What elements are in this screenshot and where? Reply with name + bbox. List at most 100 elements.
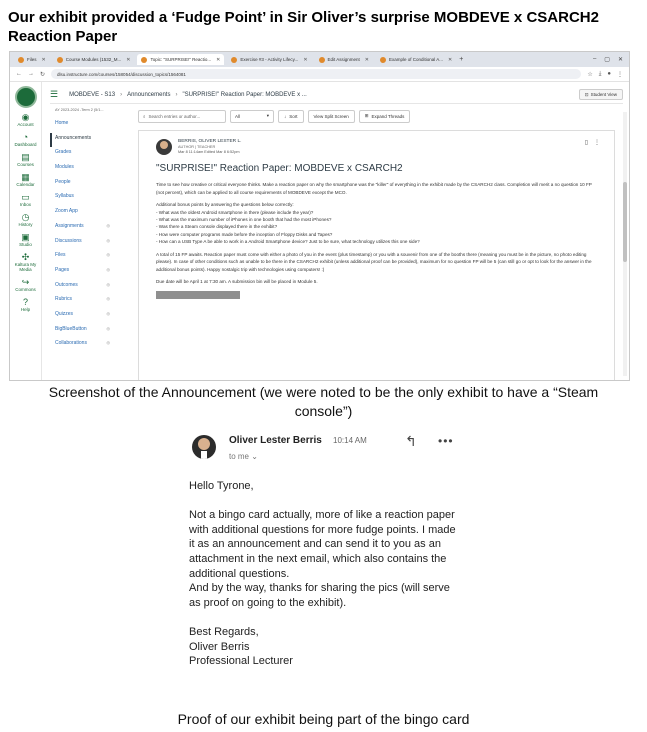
student-view-button[interactable]: ⊡ Student View (578, 89, 623, 100)
hamburger-menu-icon[interactable]: ☰ (50, 89, 58, 100)
gnav-account[interactable]: ◉ Account (10, 112, 41, 127)
email-screenshot: Oliver Lester Berris 10:14 AM to me ⌄ ↰ … (180, 426, 470, 700)
browser-tab[interactable]: Edit Assignment ✕ (315, 54, 373, 65)
tab-favicon-icon (318, 56, 325, 63)
email-body: Hello Tyrone, Not a bingo card actually,… (189, 479, 461, 669)
course-nav-bigbluebutton[interactable]: BigBlueButton ◎ (50, 324, 110, 339)
term-label: AY 2023-2024 -Term 2 (5/1... (55, 108, 104, 112)
sort-arrow-icon: ↓ (284, 113, 287, 119)
close-window-icon[interactable]: ✕ (618, 56, 623, 63)
reload-icon[interactable]: ↻ (40, 71, 45, 78)
sender-avatar[interactable] (192, 435, 216, 459)
course-nav-grades[interactable]: Grades (50, 147, 110, 162)
page-scrollbar[interactable] (623, 112, 627, 376)
maximize-icon[interactable]: ▢ (604, 56, 610, 63)
gnav-kaltura[interactable]: ✣ Kaltura My Media (10, 252, 41, 272)
email-closing: Best Regards, (189, 625, 259, 638)
browser-tab[interactable]: Exercise #3 - Activity Lifecy... ✕ (227, 54, 311, 65)
gnav-dashboard[interactable]: ◔ Dashboard (10, 132, 41, 147)
course-nav-home[interactable]: Home (50, 118, 110, 133)
signature-title: Professional Lecturer (189, 655, 293, 668)
author-avatar[interactable] (156, 139, 172, 155)
search-input[interactable]: ⌕ Search entries or author... (138, 109, 226, 123)
expand-threads-button[interactable]: ⊞ Expand Threads (358, 109, 411, 123)
close-icon[interactable]: ✕ (126, 57, 130, 63)
breadcrumb: ☰ MOBDEVE - S13 › Announcements › "SURPR… (50, 86, 623, 104)
gnav-studio[interactable]: ▣ Studio (10, 232, 41, 247)
browser-tab[interactable]: Files ✕ (14, 54, 50, 65)
more-options-icon[interactable]: ••• (438, 434, 454, 448)
course-nav-people[interactable]: People (50, 177, 110, 192)
post-image (156, 291, 240, 299)
url-field[interactable]: dlsu.instructure.com/courses/158054/disc… (51, 69, 582, 79)
close-icon[interactable]: ✕ (448, 57, 452, 63)
course-nav-announcements[interactable]: Announcements (50, 132, 110, 148)
university-logo[interactable] (14, 86, 37, 108)
author-name[interactable]: BERRIS, OLIVER LESTER L. (178, 139, 241, 144)
scrollbar-thumb[interactable] (623, 182, 627, 262)
filter-select[interactable]: All ▾ (230, 109, 274, 123)
close-icon[interactable]: ✕ (216, 57, 220, 63)
visibility-icon: ◎ (106, 281, 111, 287)
gnav-history[interactable]: ◷ History (10, 212, 41, 227)
gnav-courses[interactable]: ▤ Courses (10, 152, 41, 167)
gnav-help[interactable]: ? Help (10, 297, 41, 312)
browser-tab-active[interactable]: Topic: "SURPRISE!" Reactio... ✕ (137, 54, 225, 65)
profile-icon[interactable]: ● (607, 71, 611, 78)
sort-button[interactable]: ↓ Sort (278, 109, 304, 123)
course-nav-modules[interactable]: Modules (50, 162, 110, 177)
browser-tab[interactable]: Example of Conditional A... ✕ (376, 54, 456, 65)
course-nav-collaborations[interactable]: Collaborations ◎ (50, 338, 110, 353)
course-nav-outcomes[interactable]: Outcomes ◎ (50, 280, 110, 295)
discussion-toolbar: ⌕ Search entries or author... All ▾ ↓ Sort … (138, 108, 615, 124)
course-nav-assignments[interactable]: Assignments ◎ (50, 221, 110, 236)
course-nav-discussions[interactable]: Discussions ◎ (50, 236, 110, 251)
split-screen-button[interactable]: View Split Screen (307, 109, 355, 123)
gnav-commons[interactable]: ↪ Commons (10, 277, 41, 292)
post-paragraph: Time to see how creative or critical eve… (156, 182, 592, 195)
post-title: "SURPRISE!" Reaction Paper: MOBDEVE x CS… (156, 163, 403, 174)
breadcrumb-announcements[interactable]: Announcements (127, 92, 170, 98)
back-icon[interactable]: ← (16, 71, 22, 77)
address-bar: ← → ↻ dlsu.instructure.com/courses/15805… (10, 67, 629, 82)
recipient-toggle[interactable]: to me ⌄ (229, 452, 258, 461)
student-view-icon: ⊡ (584, 91, 589, 97)
course-nav-syllabus[interactable]: Syllabus (50, 191, 110, 206)
close-icon[interactable]: ✕ (303, 57, 307, 63)
reply-icon[interactable]: ↰ (405, 433, 417, 450)
menu-dots-icon[interactable]: ⋮ (617, 71, 623, 78)
browser-tab[interactable]: Course Modules (1532_M... ✕ (53, 54, 135, 65)
gnav-calendar[interactable]: ▦ Calendar (10, 172, 41, 187)
announcement-caption: Screenshot of the Announcement (we were … (48, 384, 599, 419)
expand-icon: ⊞ (364, 113, 369, 118)
email-paragraph: And by the way, thanks for sharing the p… (189, 582, 450, 609)
more-options-icon[interactable]: ⋮ (594, 139, 600, 155)
bonus-intro: Additional bonus points by answering the… (156, 202, 294, 208)
gnav-inbox[interactable]: ▭ Inbox (10, 192, 41, 207)
visibility-icon: ◎ (106, 340, 111, 346)
course-nav-pages[interactable]: Pages ◎ (50, 265, 110, 280)
visibility-icon: ◎ (106, 296, 111, 302)
course-nav-rubrics[interactable]: Rubrics ◎ (50, 294, 110, 309)
calendar-icon: ▦ (21, 172, 30, 182)
minimize-icon[interactable]: – (593, 56, 596, 63)
sender-name[interactable]: Oliver Lester Berris (229, 435, 322, 446)
chevron-right-icon: › (175, 91, 178, 98)
breadcrumb-course[interactable]: MOBDEVE - S13 (69, 92, 115, 98)
search-icon: ⌕ (143, 113, 146, 119)
email-time: 10:14 AM (333, 436, 367, 445)
course-nav-zoom[interactable]: Zoom App (50, 206, 110, 221)
download-icon[interactable]: ⤓ (599, 71, 602, 78)
course-nav-quizzes[interactable]: Quizzes ◎ (50, 309, 110, 324)
visibility-icon: ◎ (106, 252, 111, 258)
bonus-question: - How can a USB Type A be able to work i… (156, 239, 420, 245)
close-icon[interactable]: ✕ (42, 57, 46, 63)
new-tab-icon[interactable]: + (459, 56, 463, 63)
bookmark-icon[interactable]: ▯ (585, 139, 588, 155)
course-nav-files[interactable]: Files ◎ (50, 250, 110, 265)
help-icon: ? (22, 297, 28, 307)
star-icon[interactable]: ☆ (587, 71, 592, 78)
close-icon[interactable]: ✕ (365, 57, 369, 63)
tab-favicon-icon (380, 56, 386, 63)
forward-icon[interactable]: → (28, 71, 34, 77)
